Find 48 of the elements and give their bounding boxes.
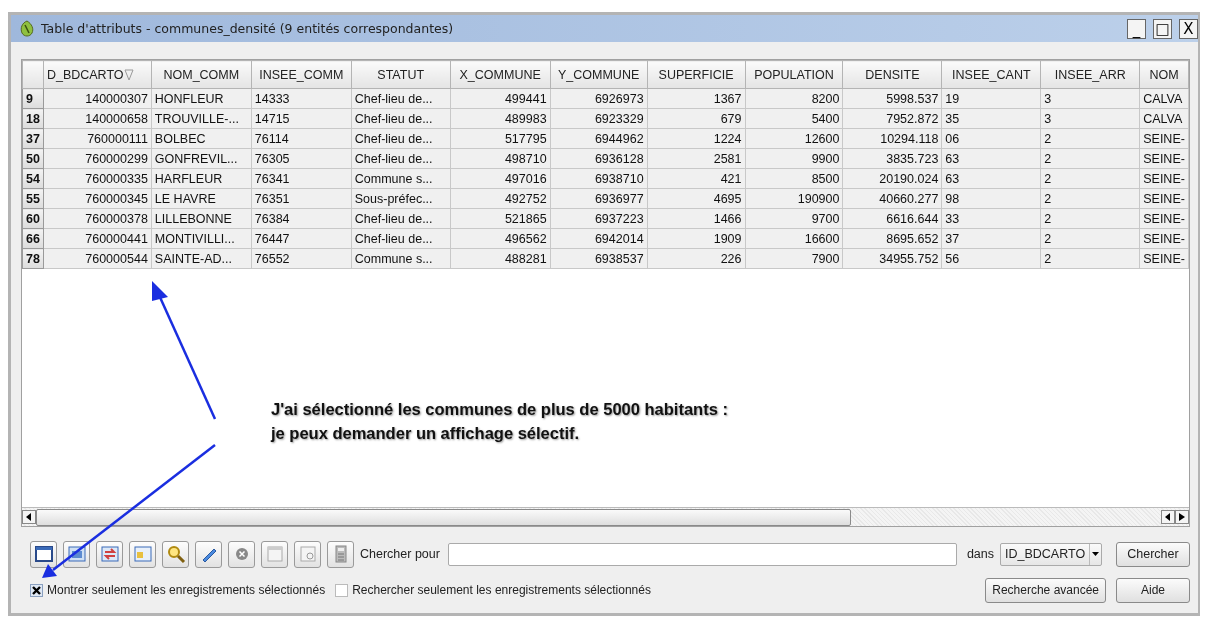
search-button[interactable]: Chercher: [1116, 541, 1190, 567]
window-icon: [264, 544, 285, 564]
minimize-button[interactable]: _: [1127, 18, 1146, 39]
swap-icon: [99, 544, 120, 564]
help-button[interactable]: Aide: [1116, 577, 1190, 603]
toolbar-button[interactable]: [30, 540, 57, 568]
window-title: Table d'attributs - communes_densité (9 entités correspondantes): [41, 21, 455, 36]
column-header[interactable]: DENSITE: [843, 60, 942, 89]
scroll-right-button[interactable]: [1175, 510, 1189, 524]
window-icon: [297, 544, 318, 564]
maximize-button[interactable]: □: [1153, 18, 1172, 39]
column-header[interactable]: NOM: [1139, 60, 1189, 89]
toolbar-button[interactable]: [195, 540, 222, 568]
field-dropdown[interactable]: ID_BDCARTO: [1000, 542, 1102, 566]
scroll-left-button[interactable]: [22, 510, 36, 524]
column-header[interactable]: POPULATION: [745, 60, 843, 89]
checkbox[interactable]: [335, 583, 349, 597]
annotation-text: je peux demander un affichage sélectif.: [271, 423, 580, 444]
column-header[interactable]: INSEE_CANT: [941, 60, 1041, 89]
column-header[interactable]: INSEE_COMM: [251, 60, 352, 89]
search-field[interactable]: [447, 542, 957, 566]
advanced-search-button[interactable]: Recherche avancée: [985, 577, 1106, 603]
right-arrow-icon: [1179, 513, 1185, 521]
column-header[interactable]: INSEE_ARR: [1040, 60, 1140, 89]
column-header[interactable]: Y_COMMUNE: [550, 60, 648, 89]
field-label: dans: [966, 547, 994, 561]
toolbar-button[interactable]: [96, 540, 123, 568]
table-icon: [33, 544, 54, 564]
checkbox-option[interactable]: Montrer seulement les enregistrements sélectionnés: [30, 583, 326, 597]
checkbox[interactable]: [30, 583, 43, 597]
left-arrow-icon: [26, 513, 32, 521]
magnifier-icon: [165, 544, 186, 564]
column-header[interactable]: X_COMMUNE: [450, 60, 551, 89]
search-label: Chercher pour: [360, 547, 440, 561]
column-header[interactable]: NOM_COMM: [151, 60, 252, 89]
annotation-text: J'ai sélectionné les communes de plus de 5000 habitants :: [271, 399, 728, 420]
column-header[interactable]: SUPERFICIE: [647, 60, 746, 89]
left-arrow-icon: [1165, 513, 1171, 521]
scrollbar-thumb[interactable]: [36, 508, 851, 526]
toolbar-button[interactable]: [162, 540, 189, 568]
column-header[interactable]: STATUT: [351, 60, 451, 89]
close-button[interactable]: X: [1179, 18, 1198, 39]
scroll-left-button[interactable]: [1161, 510, 1175, 524]
app-icon: [19, 19, 35, 38]
column-header[interactable]: D_BDCARTO: [43, 60, 152, 89]
table-icon: [132, 544, 153, 564]
checkbox-option[interactable]: Rechercher seulement les enregistrements sélectionnés: [335, 583, 651, 597]
dropdown-arrow-icon: [1092, 552, 1100, 556]
